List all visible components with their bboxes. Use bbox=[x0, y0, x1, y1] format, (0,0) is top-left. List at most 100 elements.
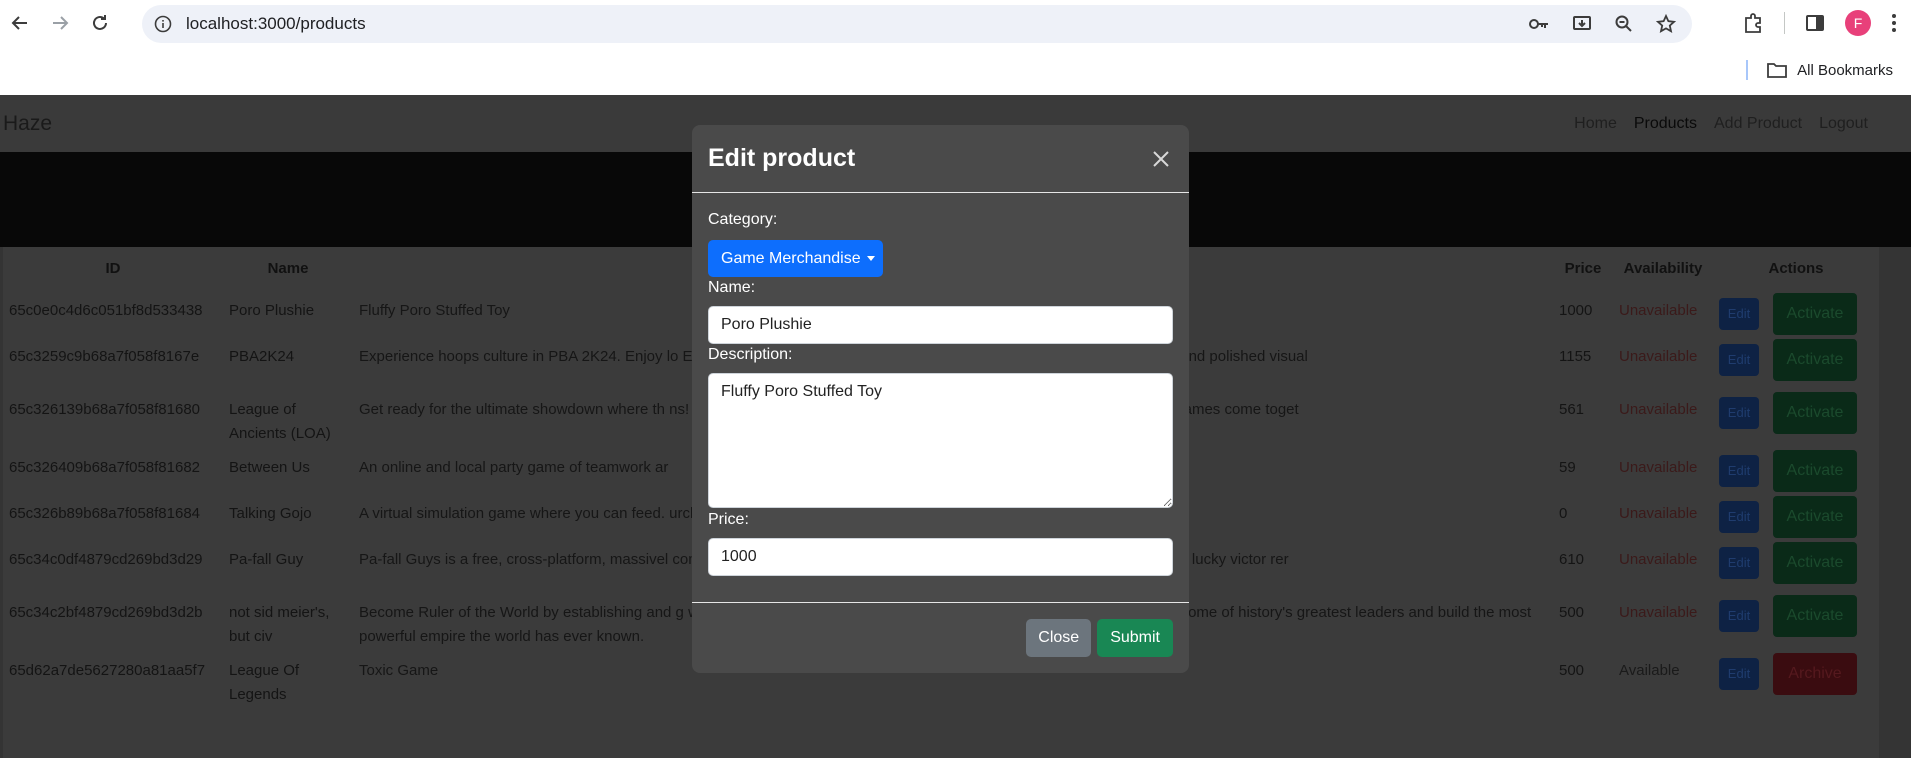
back-button[interactable] bbox=[0, 3, 40, 43]
reload-button[interactable] bbox=[80, 3, 120, 43]
edit-button[interactable]: Edit bbox=[1719, 344, 1759, 376]
price-input[interactable] bbox=[708, 538, 1173, 576]
extensions-icon[interactable] bbox=[1742, 12, 1764, 34]
edit-button[interactable]: Edit bbox=[1719, 298, 1759, 330]
cell-actions: Edit Activate bbox=[1713, 388, 1879, 446]
key-icon[interactable] bbox=[1528, 16, 1550, 32]
edit-button[interactable]: Edit bbox=[1719, 455, 1759, 487]
caret-down-icon bbox=[866, 256, 875, 261]
cell-availability: Available bbox=[1619, 662, 1680, 679]
cell-availability: Unavailable bbox=[1619, 348, 1698, 365]
cell-id: 65d62a7de5627280a81aa5f7 bbox=[9, 662, 206, 679]
bookmarks-label: All Bookmarks bbox=[1797, 61, 1893, 79]
folder-icon bbox=[1767, 63, 1788, 78]
cell-name: not sid meier's, but civ bbox=[229, 604, 330, 645]
forward-button[interactable] bbox=[40, 3, 80, 43]
cell-id: 65c3259c9b68a7f058f8167e bbox=[9, 348, 200, 365]
brand-logo[interactable]: Haze bbox=[3, 112, 52, 136]
toolbar-divider bbox=[1784, 12, 1785, 34]
name-label: Name: bbox=[708, 279, 756, 296]
edit-product-modal: Edit product Category: Game Merchandise … bbox=[692, 125, 1189, 673]
cell-availability: Unavailable bbox=[1619, 551, 1698, 568]
cell-actions: Edit Activate bbox=[1713, 289, 1879, 335]
nav-logout[interactable]: Logout bbox=[1819, 115, 1868, 133]
category-dropdown[interactable]: Game Merchandise bbox=[708, 240, 883, 277]
modal-header: Edit product bbox=[692, 125, 1189, 193]
header-id: ID bbox=[105, 259, 121, 277]
edit-button[interactable]: Edit bbox=[1719, 600, 1759, 632]
all-bookmarks-button[interactable]: All Bookmarks bbox=[1767, 56, 1893, 84]
cell-price: 500 bbox=[1559, 604, 1585, 621]
cell-name: Between Us bbox=[229, 459, 310, 476]
star-icon[interactable] bbox=[1656, 14, 1676, 34]
category-label: Category: bbox=[708, 211, 778, 228]
cell-id: 65c326b89b68a7f058f81684 bbox=[9, 505, 201, 522]
site-info-icon[interactable] bbox=[152, 13, 174, 35]
cell-price: 59 bbox=[1559, 459, 1576, 476]
edit-button[interactable]: Edit bbox=[1719, 658, 1759, 690]
activate-button[interactable]: Activate bbox=[1773, 450, 1857, 492]
header-actions: Actions bbox=[1768, 259, 1824, 277]
cell-availability: Unavailable bbox=[1619, 459, 1698, 476]
name-input[interactable] bbox=[708, 306, 1173, 344]
cell-availability: Unavailable bbox=[1619, 401, 1698, 418]
cell-id: 65c34c2bf4879cd269bd3d2b bbox=[9, 604, 203, 621]
cell-availability: Unavailable bbox=[1619, 604, 1698, 621]
cell-actions: Edit Activate bbox=[1713, 446, 1879, 492]
cell-actions: Edit Archive bbox=[1713, 649, 1879, 707]
close-button[interactable]: Close bbox=[1026, 619, 1092, 657]
cell-actions: Edit Activate bbox=[1713, 492, 1879, 538]
submit-button[interactable]: Submit bbox=[1097, 619, 1173, 657]
zoom-icon[interactable] bbox=[1614, 14, 1634, 34]
cell-id: 65c0e0c4d6c051bf8d533438 bbox=[9, 302, 203, 319]
install-app-icon[interactable] bbox=[1572, 14, 1592, 34]
cell-name: PBA2K24 bbox=[229, 348, 295, 365]
url-text[interactable]: localhost:3000/products bbox=[186, 14, 366, 34]
description-label: Description: bbox=[708, 346, 793, 363]
edit-button[interactable]: Edit bbox=[1719, 501, 1759, 533]
nav-products[interactable]: Products bbox=[1634, 115, 1697, 133]
cell-actions: Edit Activate bbox=[1713, 538, 1879, 591]
archive-button[interactable]: Archive bbox=[1773, 653, 1857, 695]
side-panel-icon[interactable] bbox=[1805, 13, 1825, 33]
activate-button[interactable]: Activate bbox=[1773, 293, 1857, 335]
address-bar[interactable]: localhost:3000/products bbox=[142, 5, 1692, 43]
profile-avatar[interactable]: F bbox=[1845, 10, 1871, 36]
cell-availability: Unavailable bbox=[1619, 302, 1698, 319]
modal-close-button[interactable] bbox=[1149, 147, 1173, 171]
activate-button[interactable]: Activate bbox=[1773, 595, 1857, 637]
cell-name: Pa-fall Guy bbox=[229, 551, 304, 568]
header-price: Price bbox=[1564, 259, 1602, 277]
browser-chrome: localhost:3000/products F All Bookmarks bbox=[0, 0, 1911, 95]
category-value: Game Merchandise bbox=[721, 249, 861, 267]
nav-add-product[interactable]: Add Product bbox=[1714, 115, 1802, 133]
bookmarks-separator bbox=[1746, 60, 1748, 80]
omnibox-actions bbox=[1528, 5, 1676, 43]
modal-title: Edit product bbox=[708, 144, 856, 172]
edit-button[interactable]: Edit bbox=[1719, 397, 1759, 429]
header-name: Name bbox=[267, 259, 309, 277]
cell-price: 0 bbox=[1559, 505, 1568, 522]
activate-button[interactable]: Activate bbox=[1773, 392, 1857, 434]
cell-price: 561 bbox=[1559, 401, 1585, 418]
cell-name: League of Ancients (LOA) bbox=[229, 401, 331, 442]
reload-icon bbox=[93, 15, 107, 30]
arrow-left-icon bbox=[11, 16, 27, 30]
activate-button[interactable]: Activate bbox=[1773, 542, 1857, 584]
cell-id: 65c34c0df4879cd269bd3d29 bbox=[9, 551, 203, 568]
cell-actions: Edit Activate bbox=[1713, 591, 1879, 649]
menu-kebab-icon[interactable] bbox=[1891, 13, 1897, 33]
cell-name: Poro Plushie bbox=[229, 302, 315, 319]
activate-button[interactable]: Activate bbox=[1773, 339, 1857, 381]
arrow-right-icon bbox=[53, 16, 69, 30]
description-textarea[interactable]: Fluffy Poro Stuffed Toy bbox=[708, 373, 1173, 508]
toolbar-right: F bbox=[1742, 0, 1911, 46]
cell-id: 65c326139b68a7f058f81680 bbox=[9, 401, 201, 418]
cell-name: Talking Gojo bbox=[229, 505, 312, 522]
modal-body: Category: Game Merchandise Name: Descrip… bbox=[692, 193, 1189, 576]
activate-button[interactable]: Activate bbox=[1773, 496, 1857, 538]
edit-button[interactable]: Edit bbox=[1719, 547, 1759, 579]
cell-id: 65c326409b68a7f058f81682 bbox=[9, 459, 201, 476]
nav-home[interactable]: Home bbox=[1574, 115, 1617, 133]
header-availability: Availability bbox=[1623, 259, 1703, 277]
